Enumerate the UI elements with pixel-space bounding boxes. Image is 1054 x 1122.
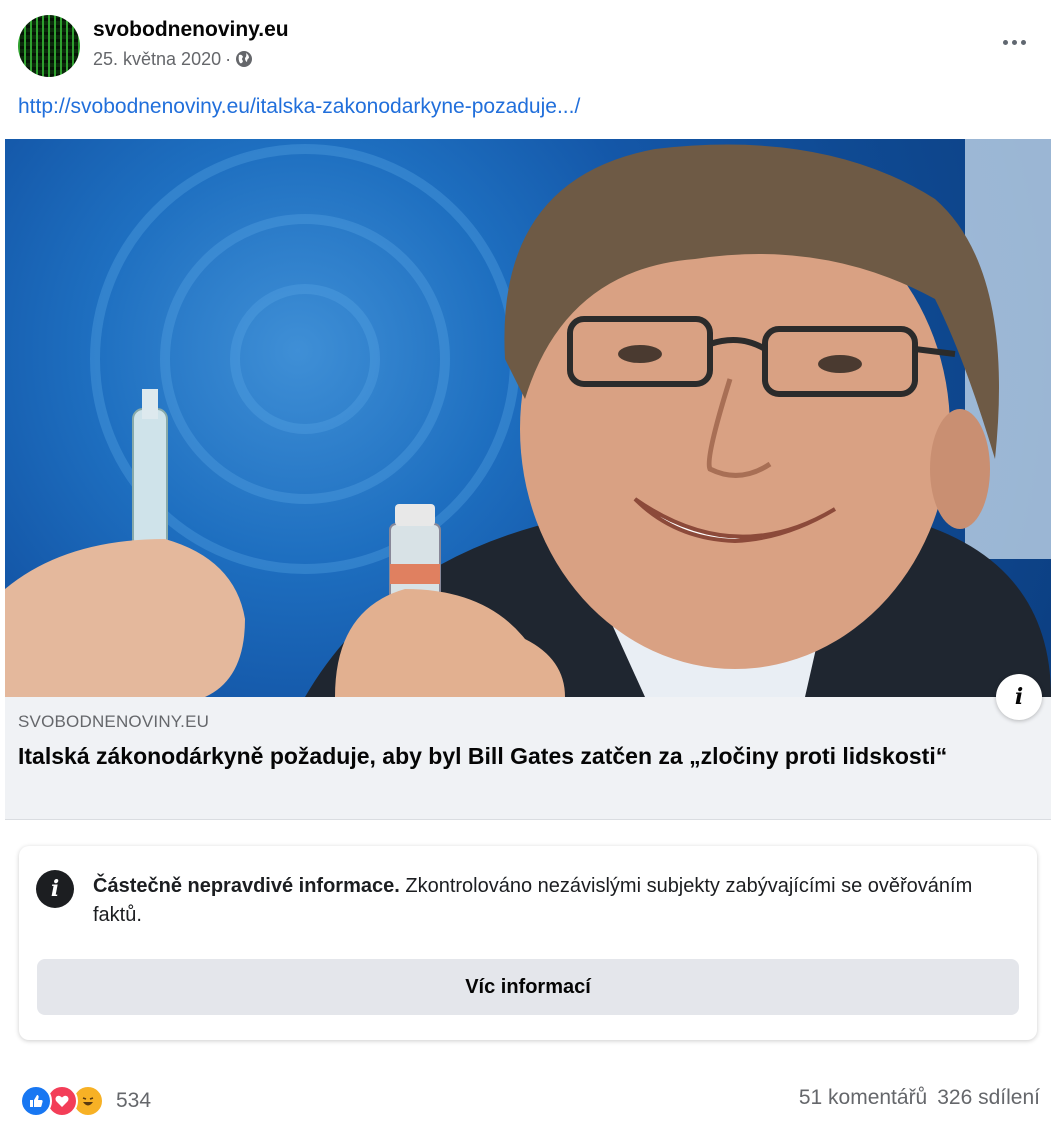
more-info-button[interactable]: Víc informací: [37, 959, 1019, 1015]
more-icon-dot: [1020, 39, 1026, 45]
photo-illustration: [5, 139, 1051, 697]
more-icon-dot: [1011, 39, 1017, 45]
globe-icon: [235, 50, 253, 68]
more-options-button[interactable]: [996, 28, 1032, 56]
fact-check-heading: Částečně nepravdivé informace.: [93, 875, 400, 897]
fact-check-text: Částečně nepravdivé informace. Zkontrolo…: [93, 872, 993, 930]
reactions-summary[interactable]: 534: [20, 1085, 151, 1117]
facebook-post: svobodnenoviny.eu 25. května 2020 · http…: [0, 0, 1054, 1122]
more-icon-dot: [1002, 39, 1008, 45]
post-stats: 51 komentářů 326 sdílení: [799, 1086, 1040, 1110]
fact-check-notice: i Částečně nepravdivé informace. Zkontro…: [19, 846, 1037, 1040]
link-preview-image[interactable]: [5, 139, 1051, 697]
header-text: svobodnenoviny.eu 25. května 2020 ·: [93, 17, 289, 71]
post-meta: 25. května 2020 ·: [93, 47, 289, 71]
post-date[interactable]: 25. května 2020: [93, 47, 221, 71]
post-link[interactable]: http://svobodnenoviny.eu/italska-zakonod…: [18, 93, 580, 121]
reaction-count: 534: [116, 1089, 152, 1112]
info-icon[interactable]: i: [996, 674, 1042, 720]
link-preview[interactable]: SVOBODNENOVINY.EU Italská zákonodárkyně …: [5, 697, 1051, 820]
page-avatar[interactable]: [18, 15, 80, 77]
meta-separator: ·: [225, 49, 232, 69]
preview-domain: SVOBODNENOVINY.EU: [18, 712, 210, 731]
like-icon: [20, 1085, 52, 1117]
post-header: svobodnenoviny.eu 25. května 2020 ·: [18, 15, 289, 77]
shares-count-link[interactable]: 326 sdílení: [937, 1086, 1040, 1110]
comments-count-link[interactable]: 51 komentářů: [799, 1086, 927, 1110]
page-name[interactable]: svobodnenoviny.eu: [93, 17, 289, 43]
info-icon: i: [36, 870, 74, 908]
preview-title[interactable]: Italská zákonodárkyně požaduje, aby byl …: [18, 741, 998, 772]
